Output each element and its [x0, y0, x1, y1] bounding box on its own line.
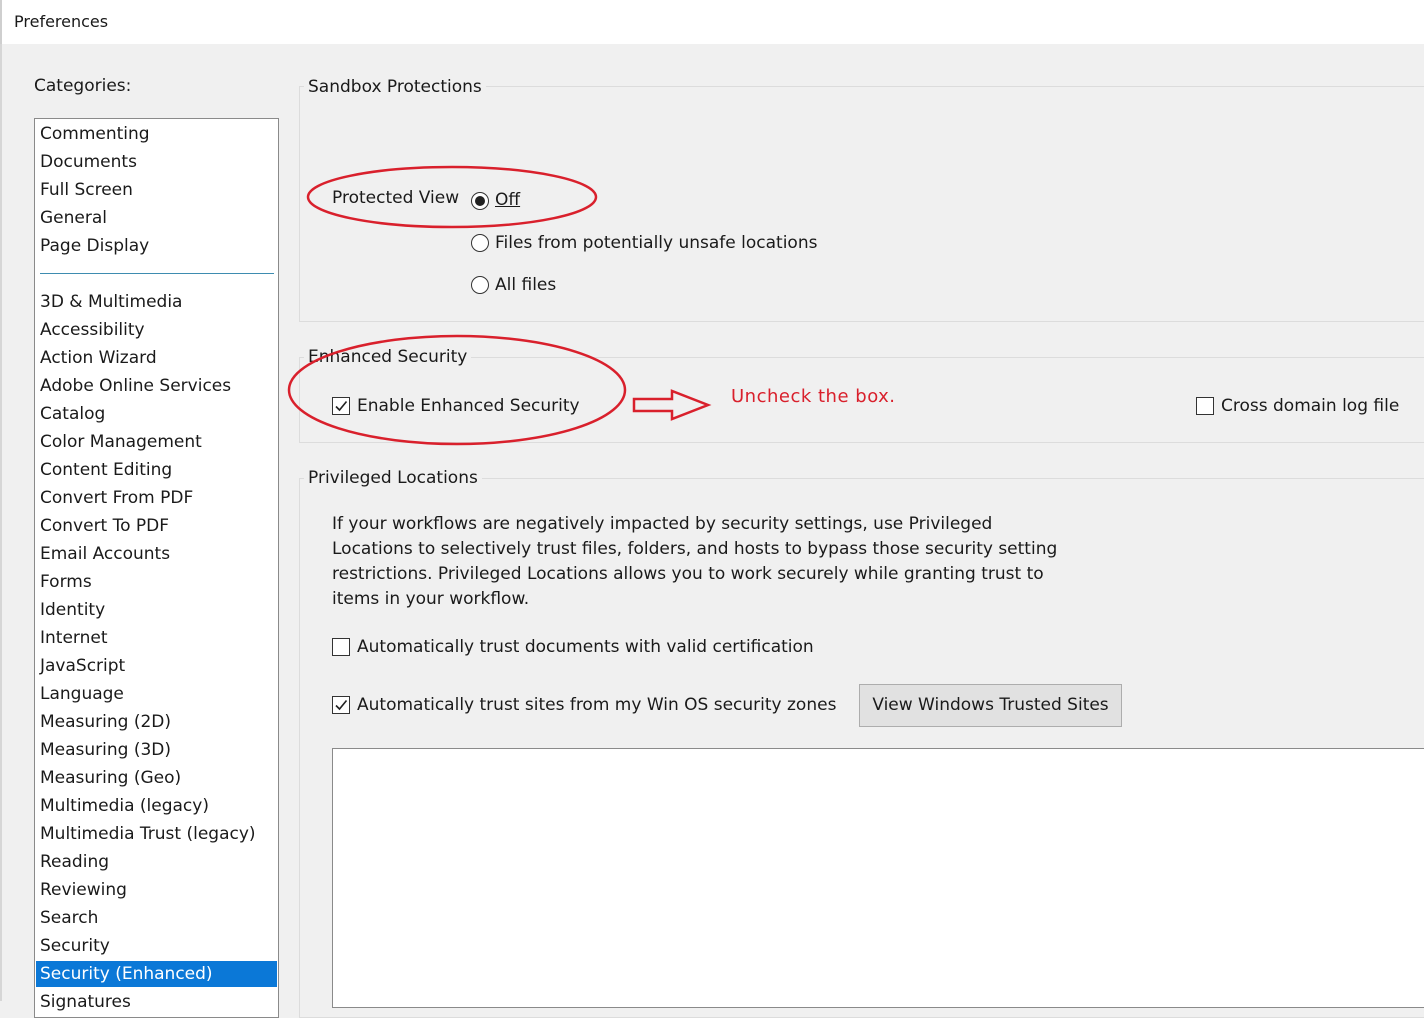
privileged-locations-group-title: Privileged Locations [304, 467, 482, 489]
category-item[interactable]: Forms [36, 569, 277, 595]
category-item[interactable]: Accessibility [36, 317, 277, 343]
cross-domain-log-label[interactable]: Cross domain log file [1221, 395, 1399, 417]
category-item[interactable]: Language [36, 681, 277, 707]
trusted-sites-list[interactable] [332, 748, 1424, 1008]
category-item-selected[interactable]: Security (Enhanced) [36, 961, 277, 987]
category-item[interactable]: Documents [36, 149, 277, 175]
sandbox-group [299, 86, 1424, 322]
category-item[interactable]: 3D & Multimedia [36, 289, 277, 315]
protected-view-all-label[interactable]: All files [495, 274, 556, 296]
category-item[interactable]: Email Accounts [36, 541, 277, 567]
category-item[interactable]: Page Display [36, 233, 277, 259]
category-separator [40, 273, 274, 274]
protected-view-unsafe-radio[interactable] [471, 234, 489, 252]
category-item[interactable]: Color Management [36, 429, 277, 455]
protected-view-label: Protected View [332, 188, 460, 208]
radio-selected-dot [475, 196, 485, 206]
protected-view-unsafe-label[interactable]: Files from potentially unsafe locations [495, 232, 817, 254]
enhanced-security-group-title: Enhanced Security [304, 346, 472, 368]
category-item[interactable]: Adobe Online Services [36, 373, 277, 399]
checkmark-icon [335, 699, 348, 711]
trust-certified-documents-label[interactable]: Automatically trust documents with valid… [357, 636, 814, 658]
protected-view-all-radio[interactable] [471, 276, 489, 294]
category-item[interactable]: Convert To PDF [36, 513, 277, 539]
sandbox-group-title: Sandbox Protections [304, 76, 486, 98]
category-item[interactable]: Measuring (3D) [36, 737, 277, 763]
enable-enhanced-security-checkbox[interactable] [332, 397, 350, 415]
category-item[interactable]: Full Screen [36, 177, 277, 203]
cross-domain-log-checkbox[interactable] [1196, 397, 1214, 415]
category-item[interactable]: Catalog [36, 401, 277, 427]
trust-os-security-zones-checkbox[interactable] [332, 696, 350, 714]
category-item[interactable]: Signatures [36, 989, 277, 1015]
protected-view-off-label[interactable]: Off [495, 189, 520, 211]
category-item[interactable]: Reading [36, 849, 277, 875]
categories-list[interactable]: Commenting Documents Full Screen General… [34, 118, 279, 1018]
view-windows-trusted-sites-button[interactable]: View Windows Trusted Sites [859, 684, 1122, 727]
privileged-locations-description: If your workflows are negatively impacte… [332, 514, 1058, 609]
checkmark-icon [335, 400, 348, 412]
category-item[interactable]: Identity [36, 597, 277, 623]
trust-certified-documents-checkbox[interactable] [332, 638, 350, 656]
trust-os-security-zones-label[interactable]: Automatically trust sites from my Win OS… [357, 694, 836, 716]
category-item[interactable]: Multimedia (legacy) [36, 793, 277, 819]
enable-enhanced-security-label[interactable]: Enable Enhanced Security [357, 395, 580, 417]
category-item[interactable]: Convert From PDF [36, 485, 277, 511]
annotation-text: Uncheck the box. [731, 386, 896, 407]
category-item[interactable]: Security [36, 933, 277, 959]
category-item[interactable]: Search [36, 905, 277, 931]
window-title: Preferences [14, 12, 109, 31]
protected-view-off-radio[interactable] [471, 192, 489, 210]
category-item[interactable]: JavaScript [36, 653, 277, 679]
categories-label: Categories: [34, 76, 132, 96]
category-item[interactable]: Content Editing [36, 457, 277, 483]
category-item[interactable]: Multimedia Trust (legacy) [36, 821, 277, 847]
category-item[interactable]: Reviewing [36, 877, 277, 903]
title-bar: Preferences [0, 0, 1424, 44]
category-item[interactable]: Measuring (2D) [36, 709, 277, 735]
category-item[interactable]: Measuring (Geo) [36, 765, 277, 791]
category-item[interactable]: Internet [36, 625, 277, 651]
category-item[interactable]: General [36, 205, 277, 231]
window-border [0, 44, 2, 1001]
category-item[interactable]: Action Wizard [36, 345, 277, 371]
category-item[interactable]: Commenting [36, 121, 277, 147]
